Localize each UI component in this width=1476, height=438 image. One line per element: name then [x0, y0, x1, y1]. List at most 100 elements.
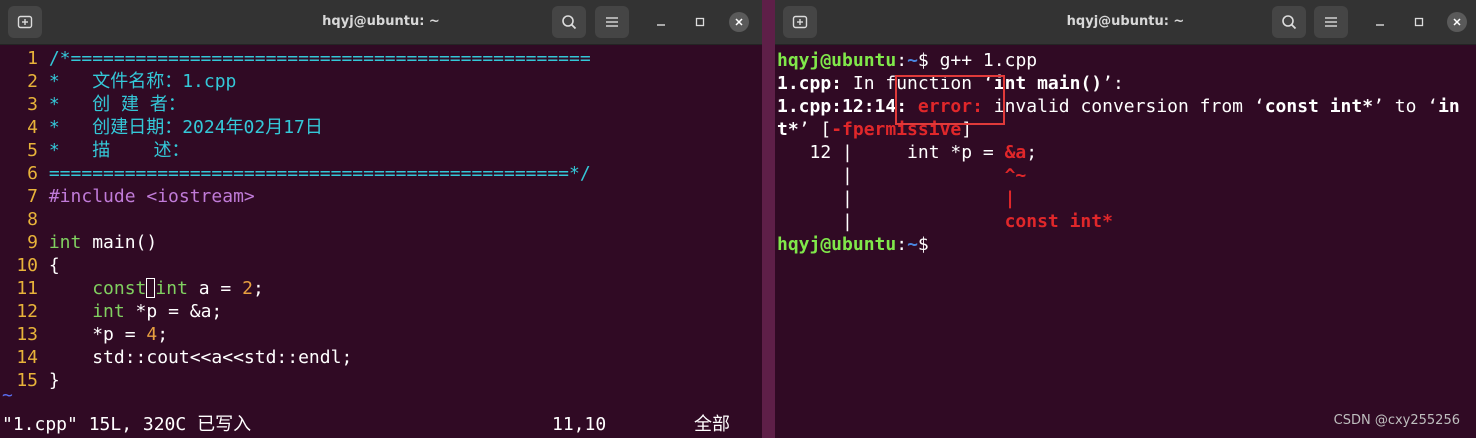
line-number: 3 — [27, 94, 38, 115]
search-icon — [1282, 15, 1297, 30]
code-line: 2 * 文件名称：1.cpp — [0, 70, 236, 93]
line-number: 2 — [27, 71, 38, 92]
output-token: in — [1438, 96, 1460, 117]
code-token: } — [48, 370, 60, 391]
output-line: hqyj@ubuntu:~$ — [777, 233, 940, 256]
output-line: 1.cpp:12:14: error: invalid conversion f… — [777, 95, 1460, 118]
code-token: ; — [157, 324, 169, 345]
vim-terminal-window: hqyj@ubuntu: ~ 1 /*=====================… — [0, 0, 762, 438]
code-line: 1 /*====================================… — [0, 47, 591, 70]
empty-line-tilde: ~ — [2, 385, 13, 406]
output-token: ’ to ‘ — [1373, 96, 1439, 117]
close-icon — [1453, 18, 1461, 26]
output-line: | ^~ — [777, 164, 1026, 187]
output-line: | | — [777, 187, 1015, 210]
minimize-button[interactable] — [1370, 12, 1390, 32]
close-button[interactable] — [1447, 12, 1467, 32]
code-token: * 描 述： — [48, 140, 190, 161]
output-token: 1.cpp:12:14: — [777, 96, 908, 117]
output-token: | — [777, 165, 1005, 186]
code-line: 13 *p = 4; — [0, 323, 168, 346]
maximize-button[interactable] — [1409, 12, 1429, 32]
code-line: 5 * 描 述： — [0, 139, 190, 162]
maximize-button[interactable] — [690, 12, 710, 32]
output-token: ; — [1026, 142, 1038, 163]
output-line: hqyj@ubuntu:~$ g++ 1.cpp — [777, 49, 1037, 72]
output-token: const int* — [1264, 96, 1374, 117]
code-line: 6 ======================================… — [0, 162, 591, 185]
search-button[interactable] — [552, 6, 586, 38]
titlebar[interactable]: hqyj@ubuntu: ~ — [0, 0, 762, 45]
line-number: 9 — [27, 232, 38, 253]
code-line: 10 { — [0, 254, 59, 277]
annotation-highlight-box — [895, 75, 1005, 125]
line-number: 4 — [27, 117, 38, 138]
line-number: 8 — [27, 209, 38, 230]
output-line: 12 | int *p = &a; — [777, 141, 1038, 164]
code-token: * 创 建 者： — [48, 94, 186, 115]
shell-output[interactable]: hqyj@ubuntu:~$ g++ 1.cpp 1.cpp: In functi… — [775, 45, 1476, 438]
output-token: : — [896, 50, 908, 71]
output-token: t* — [777, 119, 799, 140]
close-icon — [735, 18, 743, 26]
minimize-icon — [657, 24, 665, 26]
line-number: 5 — [27, 140, 38, 161]
minimize-icon — [1376, 24, 1384, 26]
watermark: CSDN @cxy255256 — [1333, 413, 1460, 428]
code-token: #include <iostream> — [48, 186, 255, 207]
line-number: 6 — [27, 163, 38, 184]
window-title: hqyj@ubuntu: ~ — [322, 14, 440, 29]
output-token: | — [1004, 188, 1016, 209]
output-token: invalid conversion from ‘ — [982, 96, 1265, 117]
output-token: ’ [ — [798, 119, 832, 140]
output-token: &a — [1004, 142, 1027, 163]
code-line: 4 * 创建日期：2024年02月17日 — [0, 116, 323, 139]
code-token: int — [155, 278, 188, 299]
output-token: ~ — [907, 50, 918, 71]
titlebar[interactable]: hqyj@ubuntu: ~ — [775, 0, 1476, 45]
shell-terminal-window: hqyj@ubuntu: ~ hqyj@ubuntu:~$ g++ 1.cpp … — [775, 0, 1476, 438]
code-token: const — [92, 278, 147, 299]
code-line: 14 std::cout<<a<<std::endl; — [0, 346, 352, 369]
minimize-button[interactable] — [651, 12, 671, 32]
maximize-icon — [695, 17, 705, 27]
output-token: | — [777, 188, 1005, 209]
menu-button[interactable] — [1314, 6, 1348, 38]
output-token: ~ — [907, 234, 918, 255]
code-token: main() — [81, 232, 158, 253]
output-token: : — [896, 234, 908, 255]
line-number: 11 — [16, 278, 38, 299]
output-line: | const int* — [777, 210, 1113, 233]
code-token: *p = &a; — [124, 301, 223, 322]
code-token: ; — [252, 278, 264, 299]
output-token: hqyj@ubuntu — [777, 234, 897, 255]
code-line: 7 #include <iostream> — [0, 185, 255, 208]
scroll-position: 全部 — [694, 414, 730, 435]
output-token: 1.cpp: — [777, 73, 843, 94]
hamburger-menu-icon — [1325, 17, 1337, 27]
code-token: 2 — [242, 278, 253, 299]
vim-status-message: "1.cpp" 15L, 320C 已写入 — [2, 414, 252, 435]
code-token: int — [92, 301, 125, 322]
code-token: * 文件名称：1.cpp — [48, 71, 237, 92]
code-token: /*======================================… — [48, 48, 591, 69]
menu-button[interactable] — [595, 6, 629, 38]
output-token: $ g++ 1.cpp — [917, 50, 1038, 71]
line-number: 13 — [16, 324, 38, 345]
code-token: * 创建日期：2024年02月17日 — [48, 117, 323, 138]
vim-editor[interactable]: 1 /*====================================… — [0, 45, 762, 438]
code-line: 3 * 创 建 者： — [0, 93, 186, 116]
code-line: 12 int *p = &a; — [0, 300, 222, 323]
code-token: int — [48, 232, 82, 253]
close-button[interactable] — [729, 12, 749, 32]
code-token: *p = — [48, 324, 147, 345]
output-token: 12 | int *p = — [777, 142, 1005, 163]
output-token: $ — [917, 234, 940, 255]
search-button[interactable] — [1272, 6, 1306, 38]
search-icon — [562, 15, 577, 30]
code-token: 4 — [146, 324, 158, 345]
line-number: 14 — [16, 347, 38, 368]
maximize-icon — [1414, 17, 1424, 27]
